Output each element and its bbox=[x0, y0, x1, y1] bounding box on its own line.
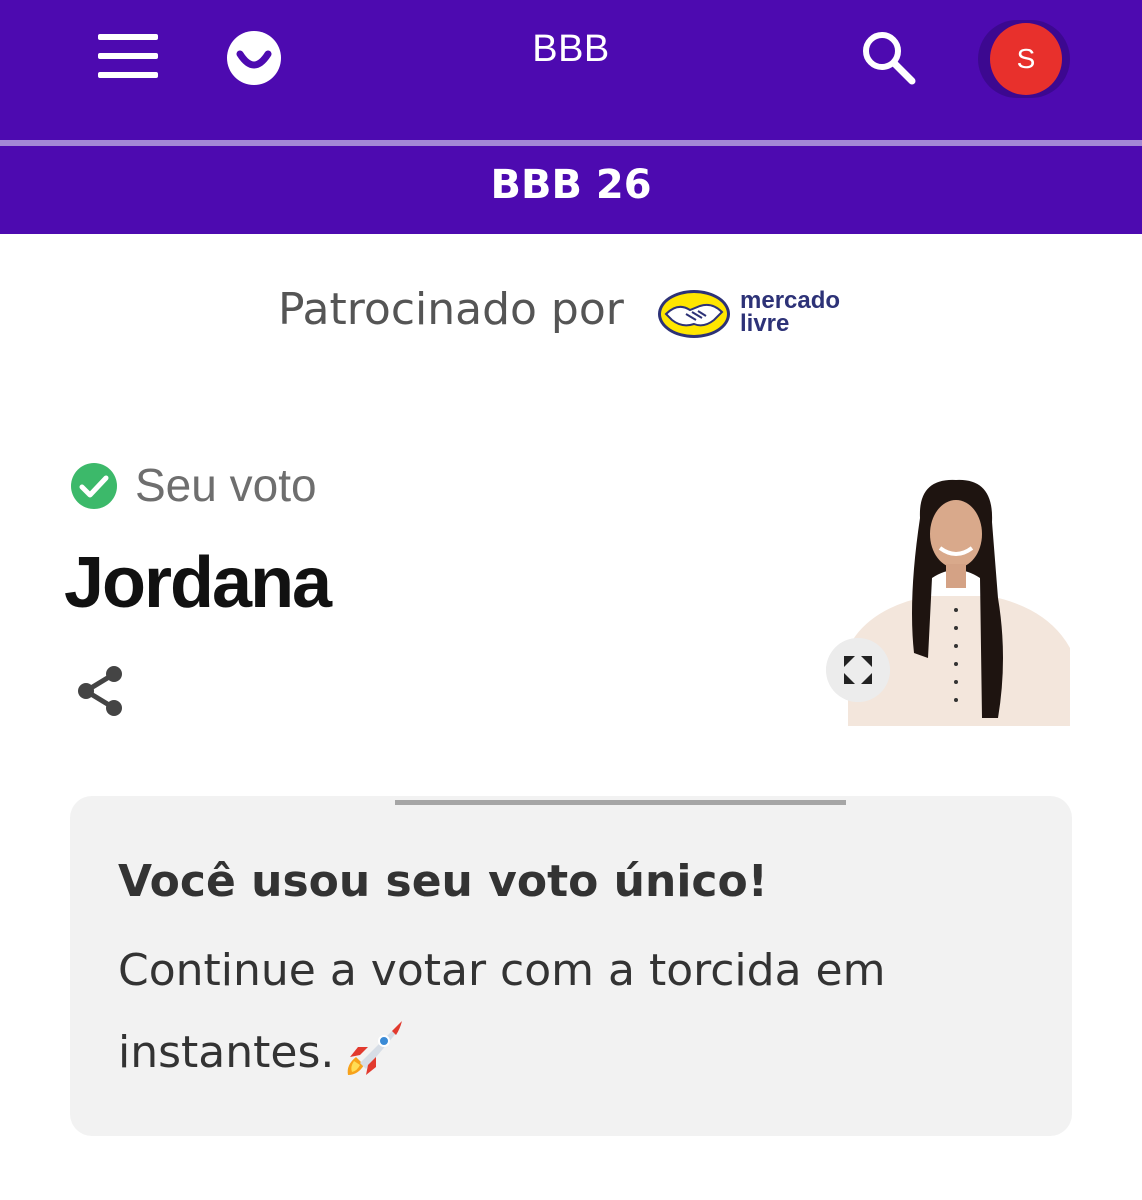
rocket-icon bbox=[348, 1021, 403, 1075]
expand-icon[interactable] bbox=[826, 638, 890, 702]
share-icon[interactable] bbox=[74, 664, 126, 718]
site-title: BBB bbox=[532, 28, 610, 70]
mercado-livre-logo[interactable]: mercado livre bbox=[656, 284, 861, 344]
smile-logo-icon[interactable] bbox=[226, 30, 282, 86]
vote-label: Seu voto bbox=[135, 459, 317, 511]
section-title: BBB 26 bbox=[490, 162, 652, 208]
section-bar: BBB 26 bbox=[0, 146, 1142, 234]
drag-handle[interactable] bbox=[395, 800, 846, 805]
search-icon[interactable] bbox=[860, 30, 918, 86]
hamburger-menu-icon[interactable] bbox=[98, 34, 160, 80]
message-text: Continue a votar com a torcida em instan… bbox=[118, 945, 886, 1078]
candidate-name: Jordana bbox=[64, 543, 332, 623]
top-bar: BBB S bbox=[0, 0, 1142, 140]
sponsor-label: Patrocinado por bbox=[278, 284, 624, 335]
message-body: Continue a votar com a torcida em instan… bbox=[118, 930, 938, 1094]
user-avatar[interactable]: S bbox=[990, 23, 1062, 95]
check-circle-icon bbox=[71, 463, 117, 509]
message-title: Você usou seu voto único! bbox=[118, 856, 768, 907]
svg-text:livre: livre bbox=[740, 310, 789, 337]
vote-message-card: Você usou seu voto único! Continue a vot… bbox=[70, 796, 1072, 1136]
